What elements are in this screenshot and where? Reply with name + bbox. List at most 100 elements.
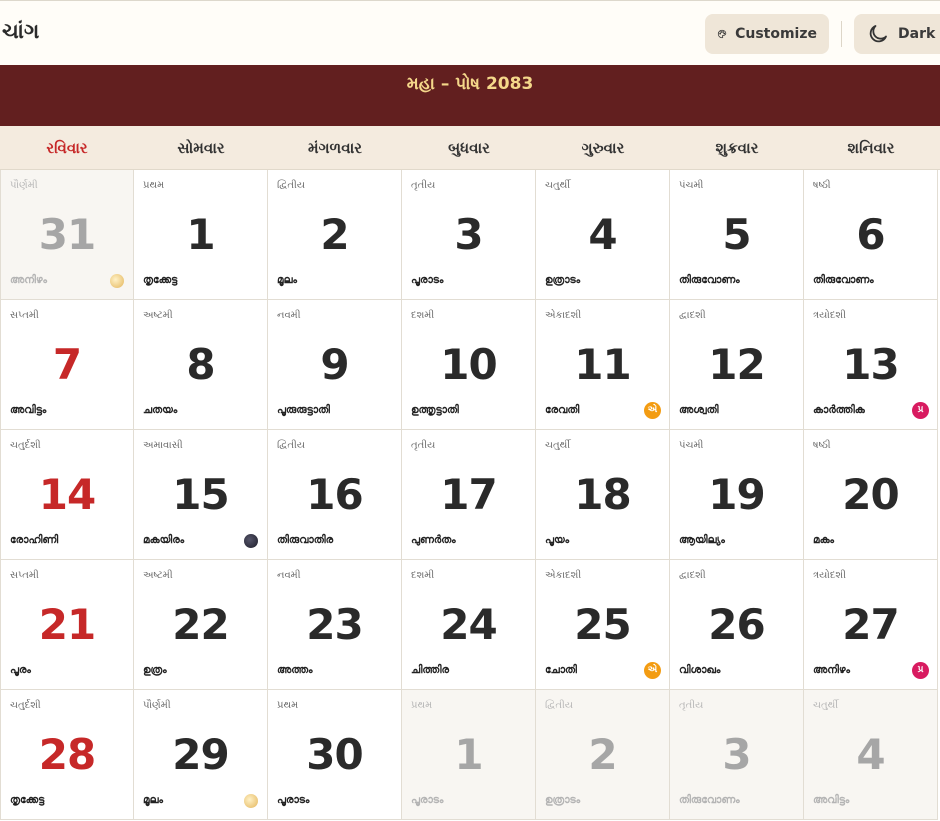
day-cell[interactable]: ચતુર્દશી 28 തൃക്കേട്ട <box>0 690 134 820</box>
tithi-label: તૃતીય <box>411 180 436 191</box>
day-cell[interactable]: દ્વિતીય 16 തിരുവാതിര <box>268 430 402 560</box>
day-cell[interactable]: ત્રયોદશી 27 അനിഴം પ્ર <box>804 560 938 690</box>
nakshatra-label: ആയില്യം <box>679 534 725 546</box>
day-number: 28 <box>38 730 96 779</box>
day-cell[interactable]: તૃતીય 3 തിരുവോണം <box>670 690 804 820</box>
nakshatra-label: തിരുവോണം <box>679 794 740 806</box>
palette-icon <box>717 29 727 39</box>
day-cell[interactable]: તૃતીય 3 പൂരാടം <box>402 170 536 300</box>
day-cell[interactable]: સપ્તમી 21 പൂരം <box>0 560 134 690</box>
tithi-label: એકાદશી <box>545 310 582 321</box>
tithi-label: ચતુર્દશી <box>10 440 41 451</box>
day-number: 26 <box>708 600 765 649</box>
nakshatra-label: വിശാഖം <box>679 664 721 676</box>
full-moon-icon <box>244 794 258 808</box>
day-number: 3 <box>454 210 483 259</box>
tithi-label: ચતુર્દશી <box>10 700 41 711</box>
tithi-label: દ્વિતીય <box>277 180 306 191</box>
ekadashi-badge: એ <box>644 402 661 419</box>
day-cell[interactable]: એકાદશી 25 ചോതി એ <box>536 560 670 690</box>
nakshatra-label: അവിട്ടം <box>813 794 850 806</box>
tithi-label: નવમી <box>277 570 301 581</box>
tithi-label: દ્વાદશી <box>679 570 706 581</box>
day-cell[interactable]: દશમી 24 ചിത്തിര <box>402 560 536 690</box>
weekday-header: રવિવાર સોમવાર મંગળવાર બુધવાર ગુરુવાર શુક… <box>0 126 940 170</box>
day-cell[interactable]: પંચમી 5 തിരുവോണം <box>670 170 804 300</box>
day-cell[interactable]: ચતુર્થી 4 ഉത്രാടം <box>536 170 670 300</box>
nakshatra-label: ചോതി <box>545 664 577 676</box>
day-cell[interactable]: તૃતીય 17 പുണർതം <box>402 430 536 560</box>
day-number: 19 <box>708 470 765 519</box>
nakshatra-label: രോഹിണി <box>10 534 59 546</box>
day-cell[interactable]: દશમી 10 ഉത്തൃട്ടാതി <box>402 300 536 430</box>
day-cell[interactable]: અમાવાસી 15 മകയിരം <box>134 430 268 560</box>
day-cell[interactable]: નવમી 9 പൂരുരുട്ടാതി <box>268 300 402 430</box>
day-cell[interactable]: ષષ્ઠી 20 മകം <box>804 430 938 560</box>
day-cell[interactable]: પ્રથમ 30 പൂരാടം <box>268 690 402 820</box>
day-cell[interactable]: દ્વિતીય 2 മൂലം <box>268 170 402 300</box>
day-cell[interactable]: પ્રથમ 1 പൂരാടം <box>402 690 536 820</box>
tithi-label: પ્રથમ <box>143 180 165 191</box>
nakshatra-label: പൂരം <box>10 664 31 676</box>
nakshatra-label: ചതയം <box>143 404 178 416</box>
tithi-label: ત્રયોદશી <box>813 310 846 321</box>
nakshatra-label: അവിട്ടം <box>10 404 47 416</box>
day-number: 6 <box>856 210 885 259</box>
nakshatra-label: മകം <box>813 534 835 546</box>
day-cell[interactable]: ચતુર્થી 4 അവിട്ടം <box>804 690 938 820</box>
day-number: 15 <box>172 470 229 519</box>
day-number: 13 <box>842 340 899 389</box>
day-cell[interactable]: પૌર્ણમી 29 മൂലം <box>134 690 268 820</box>
nakshatra-label: മൂലം <box>277 274 297 286</box>
nakshatra-label: കാർത്തിക <box>813 404 865 416</box>
tithi-label: અમાવાસી <box>143 440 183 451</box>
day-cell[interactable]: અષ્ટમી 8 ചതയം <box>134 300 268 430</box>
day-number: 25 <box>574 600 631 649</box>
tithi-label: દ્વાદશી <box>679 310 706 321</box>
tithi-label: ચતુર્થી <box>545 440 571 451</box>
day-number: 7 <box>52 340 82 389</box>
tithi-label: દશમી <box>411 310 435 321</box>
top-bar: ચાંગ Customize Dark <box>0 0 940 65</box>
nakshatra-label: തിരുവാതിര <box>277 534 334 546</box>
day-cell[interactable]: દ્વાદશી 12 അശ്വതി <box>670 300 804 430</box>
day-cell[interactable]: ત્રયોદશી 13 കാർത്തിക પ્ર <box>804 300 938 430</box>
tithi-label: દ્વિતીય <box>545 700 574 711</box>
nakshatra-label: ഉത്രാടം <box>545 794 581 806</box>
day-number: 9 <box>320 340 349 389</box>
tithi-label: દ્વિતીય <box>277 440 306 451</box>
day-cell[interactable]: ષષ્ઠી 6 തിരുവോണം <box>804 170 938 300</box>
day-cell[interactable]: દ્વાદશી 26 വിശാഖം <box>670 560 804 690</box>
month-banner: મહા – પોષ 2083 <box>0 65 940 126</box>
day-cell[interactable]: પ્રથમ 1 തൃക്കേട്ട <box>134 170 268 300</box>
day-cell[interactable]: એકાદશી 11 രേവതി એ <box>536 300 670 430</box>
app-title: ચાંગ <box>2 19 40 43</box>
dark-label: Dark <box>898 26 936 42</box>
day-cell[interactable]: ચતુર્દશી 14 രോഹിണി <box>0 430 134 560</box>
customize-button[interactable]: Customize <box>705 14 829 54</box>
day-cell[interactable]: દ્વિતીય 2 ഉത്രാടം <box>536 690 670 820</box>
nakshatra-label: തിരുവോണം <box>679 274 740 286</box>
day-cell[interactable]: સપ્તમી 7 അവിട്ടം <box>0 300 134 430</box>
nakshatra-label: പൂരാടം <box>277 794 310 806</box>
day-number: 5 <box>722 210 751 259</box>
tithi-label: પ્રથમ <box>411 700 433 711</box>
day-cell[interactable]: પૌર્ણમી 31 അനിഴം <box>0 170 134 300</box>
dark-mode-button[interactable]: Dark <box>854 14 940 54</box>
customize-label: Customize <box>735 26 817 42</box>
nakshatra-label: പൂരാടം <box>411 794 444 806</box>
nakshatra-label: അത്തം <box>277 664 313 676</box>
tithi-label: ષષ્ઠી <box>813 440 831 451</box>
day-cell[interactable]: અષ્ટમી 22 ഉത്രം <box>134 560 268 690</box>
nakshatra-label: ഉത്തൃട്ടാതി <box>411 404 459 416</box>
day-number: 2 <box>588 730 617 779</box>
weekday-thursday: ગુરુવાર <box>581 139 625 157</box>
weekday-monday: સોમવાર <box>177 139 225 157</box>
day-number: 4 <box>856 730 885 779</box>
day-cell[interactable]: ચતુર્થી 18 പൂയം <box>536 430 670 560</box>
tithi-label: ષષ્ઠી <box>813 180 831 191</box>
day-cell[interactable]: પંચમી 19 ആയില്യം <box>670 430 804 560</box>
tithi-label: પંચમી <box>679 180 704 191</box>
day-cell[interactable]: નવમી 23 അത്തം <box>268 560 402 690</box>
nakshatra-label: ചിത്തിര <box>411 664 450 676</box>
